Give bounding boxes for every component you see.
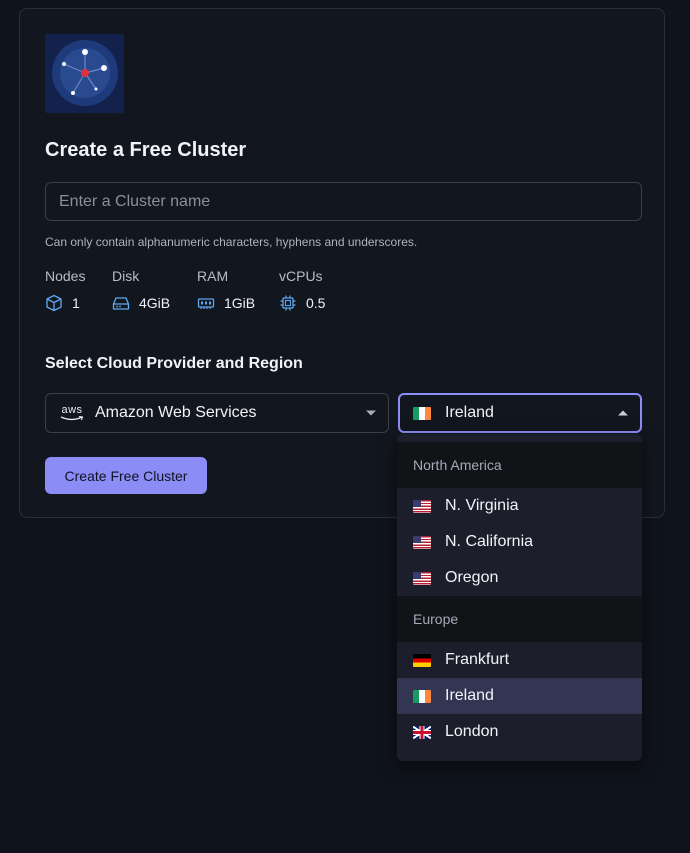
- spec-value: 0.5: [306, 295, 326, 311]
- region-option-n-california[interactable]: N. California: [397, 524, 642, 560]
- spec-value: 4GiB: [139, 295, 171, 311]
- spec-value: 1GiB: [224, 295, 256, 311]
- us-flag-icon: [413, 535, 431, 549]
- region-value: Ireland: [445, 404, 494, 421]
- provider-section-title: Select Cloud Provider and Region: [45, 355, 303, 372]
- spec-ram: RAM 1GiB: [197, 268, 255, 312]
- spec-label: vCPUs: [279, 268, 323, 284]
- cloud-provider-value: Amazon Web Services: [95, 404, 257, 421]
- region-option-oregon[interactable]: Oregon: [397, 560, 642, 596]
- cpu-icon: [280, 295, 296, 311]
- cluster-name-input[interactable]: [45, 182, 642, 221]
- spec-vcpus: vCPUs 0.5: [279, 268, 325, 312]
- cube-icon: [46, 294, 62, 312]
- spec-nodes: Nodes 1: [45, 268, 85, 312]
- cluster-name-hint: Can only contain alphanumeric characters…: [45, 235, 418, 249]
- region-option-n-virginia[interactable]: N. Virginia: [397, 488, 642, 524]
- group-header-north-america: North America: [397, 442, 642, 488]
- uk-flag-icon: [413, 725, 431, 739]
- aws-logo-text: aws: [61, 404, 83, 416]
- spec-label: Nodes: [45, 268, 86, 284]
- aws-logo-icon: aws: [59, 405, 85, 421]
- page-title: Create a Free Cluster: [45, 139, 247, 161]
- cloud-provider-select[interactable]: aws Amazon Web Services: [45, 393, 389, 433]
- chevron-up-icon: [618, 410, 628, 416]
- spec-disk: Disk 4GiB: [112, 268, 170, 312]
- option-label: London: [445, 723, 499, 740]
- region-option-frankfurt[interactable]: Frankfurt: [397, 642, 642, 678]
- chevron-down-icon: [366, 410, 376, 416]
- us-flag-icon: [413, 499, 431, 513]
- region-option-london[interactable]: London: [397, 714, 642, 750]
- option-label: Ireland: [445, 687, 494, 704]
- group-header-europe: Europe: [397, 596, 642, 642]
- hard-drive-icon: [112, 297, 130, 310]
- spec-value: 1: [72, 295, 80, 311]
- us-flag-icon: [413, 571, 431, 585]
- cluster-logo-icon: [45, 34, 124, 113]
- ireland-flag-icon: [413, 689, 431, 703]
- memory-icon: [197, 298, 215, 309]
- region-option-ireland[interactable]: Ireland: [397, 678, 642, 714]
- ireland-flag-icon: [413, 406, 431, 420]
- spec-label: RAM: [197, 268, 229, 284]
- option-label: N. Virginia: [445, 497, 519, 514]
- region-dropdown-menu: North America N. Virginia N. California …: [397, 434, 642, 761]
- spec-label: Disk: [112, 268, 140, 284]
- region-select[interactable]: Ireland: [398, 393, 642, 433]
- germany-flag-icon: [413, 653, 431, 667]
- option-label: Oregon: [445, 569, 499, 586]
- option-label: N. California: [445, 533, 534, 550]
- create-free-cluster-button[interactable]: Create Free Cluster: [45, 457, 207, 494]
- option-label: Frankfurt: [445, 651, 510, 668]
